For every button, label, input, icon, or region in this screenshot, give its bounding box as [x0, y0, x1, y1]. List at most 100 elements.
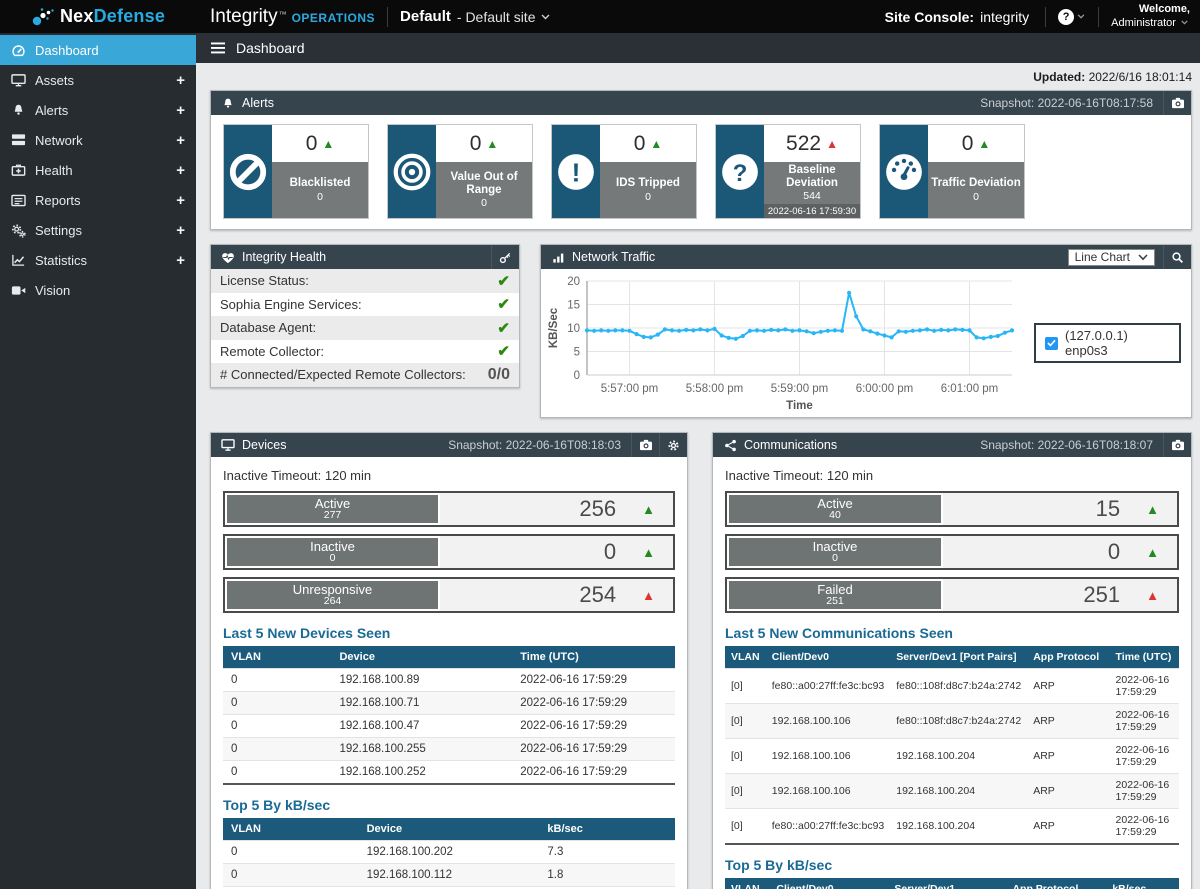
- summary-bar: Failed 251: [727, 579, 943, 611]
- tile-label: Value Out of Range: [450, 170, 518, 196]
- table-cell: 192.168.100.204: [890, 738, 1028, 774]
- camera-snapshot-button[interactable]: [1163, 433, 1191, 457]
- alert-tile-baseline-deviation[interactable]: ? 522 ▲ Baseline Deviation 544 2022-06-16 17:…: [715, 124, 861, 219]
- tile-value: 0 ▲: [436, 125, 532, 162]
- trend-up-icon: ▲: [322, 136, 335, 151]
- check-icon: ✔: [497, 296, 510, 314]
- health-label: Sophia Engine Services:: [220, 296, 362, 312]
- svg-text:0: 0: [574, 370, 580, 382]
- gears-icon: [11, 223, 26, 238]
- site-console-label: Site Console:: [884, 8, 975, 25]
- gear-settings-button[interactable]: [659, 433, 687, 457]
- brand-logo[interactable]: NexDefense: [0, 6, 196, 28]
- expand-plus-icon[interactable]: +: [176, 252, 185, 269]
- table-cell: 2022-06-16 17:59:29: [512, 691, 675, 715]
- tile-label-main: Value Out of Range 0: [436, 162, 532, 218]
- devices-panel-header: Devices Snapshot: 2022-06-16T08:18:03: [211, 433, 687, 457]
- sidebar-item-settings[interactable]: Settings +: [0, 215, 196, 245]
- health-value: 0/0: [487, 365, 510, 383]
- sidebar-item-vision[interactable]: Vision: [0, 275, 196, 305]
- gauge-icon: [11, 43, 26, 58]
- health-label: License Status:: [220, 273, 309, 289]
- bell-icon: [221, 96, 235, 110]
- camera-snapshot-button[interactable]: [1163, 91, 1191, 115]
- column-header: VLAN: [725, 646, 766, 669]
- table-cell: [0]: [725, 808, 766, 844]
- expand-plus-icon[interactable]: +: [176, 132, 185, 149]
- table-cell: 192.168.100.106: [765, 738, 891, 774]
- devices-summary: Active 277 256 ▲ Inactive 0 0 ▲ Unresponsive 264 2…: [223, 491, 675, 613]
- expand-plus-icon[interactable]: +: [176, 72, 185, 89]
- summary-value-area: 0 ▲: [440, 536, 673, 568]
- chevron-down-icon: [541, 14, 550, 20]
- updated-value: 2022/6/16 18:01:14: [1088, 70, 1192, 84]
- tile-label-area: Baseline Deviation 544 2022-06-16 17:59:30: [764, 162, 860, 218]
- tile-body: 0 ▲ IDS Tripped 0: [600, 125, 696, 218]
- chart-legend[interactable]: (127.0.0.1) enp0s3: [1034, 323, 1181, 363]
- sidebar-item-assets[interactable]: Assets +: [0, 65, 196, 95]
- sidebar-item-alerts[interactable]: Alerts +: [0, 95, 196, 125]
- chart-type-value: Line Chart: [1074, 250, 1130, 264]
- table-cell: ARP: [1027, 703, 1110, 739]
- camera-snapshot-button[interactable]: [631, 433, 659, 457]
- legend-checkbox[interactable]: [1045, 336, 1058, 350]
- network-traffic-body: 0 5 10 15 20 5:57:00 pm 5:58:00 pm 5:59:00 pm 6:…: [541, 269, 1191, 417]
- summary-value-area: 0 ▲: [943, 536, 1177, 568]
- expand-plus-icon[interactable]: +: [176, 222, 185, 239]
- health-row: License Status: ✔: [211, 269, 519, 293]
- communications-inactive-timeout: Inactive Timeout: 120 min: [725, 468, 874, 483]
- summary-bar: Active 277: [225, 493, 441, 525]
- hamburger-menu-icon[interactable]: [211, 42, 225, 54]
- chevron-down-icon: [1077, 13, 1086, 20]
- column-header: Server/Dev1: [888, 878, 1007, 889]
- check-icon: ✔: [497, 343, 510, 361]
- alert-tile-blacklisted[interactable]: 0 ▲ Blacklisted 0: [223, 124, 369, 219]
- svg-text:KB/Sec: KB/Sec: [548, 307, 560, 348]
- help-menu[interactable]: ?: [1058, 8, 1086, 25]
- user-menu[interactable]: Welcome, Administrator: [1111, 3, 1190, 29]
- sidebar: Dashboard Assets + Alerts + Network + Health + Re…: [0, 33, 196, 889]
- sidebar-item-network[interactable]: Network +: [0, 125, 196, 155]
- tile-body: 0 ▲ Blacklisted 0: [272, 125, 368, 218]
- health-label: Database Agent:: [220, 320, 317, 336]
- sidebar-item-health[interactable]: Health +: [0, 155, 196, 185]
- tile-count: 522: [786, 131, 822, 155]
- alert-tile-traffic-deviation[interactable]: 0 ▲ Traffic Deviation 0: [879, 124, 1025, 219]
- expand-plus-icon[interactable]: +: [176, 192, 185, 209]
- communications-panel-title: Communications: [744, 438, 838, 452]
- alert-tile-value-out-of-range[interactable]: 0 ▲ Value Out of Range 0: [387, 124, 533, 219]
- sidebar-item-reports[interactable]: Reports +: [0, 185, 196, 215]
- summary-count: 254: [579, 582, 617, 607]
- column-header: App Protocol: [1027, 646, 1110, 669]
- page-title: Dashboard: [236, 40, 305, 56]
- table-cell: 192.168.100.71: [331, 691, 513, 715]
- sidebar-item-label: Assets: [35, 72, 75, 88]
- table-cell: 0: [223, 863, 359, 887]
- table-cell: 2022-06-16 17:59:29: [512, 760, 675, 784]
- alert-tile-ids-tripped[interactable]: ! 0 ▲ IDS Tripped 0: [551, 124, 697, 219]
- expand-plus-icon[interactable]: +: [176, 162, 185, 179]
- sidebar-item-label: Settings: [35, 222, 82, 238]
- zoom-chart-button[interactable]: [1163, 245, 1191, 269]
- sidebar-item-statistics[interactable]: Statistics +: [0, 245, 196, 275]
- communications-top5-table: VLAN Client/Dev0 Server/Dev1 App Protocol kB…: [725, 878, 1179, 889]
- alerts-panel-header: Alerts Snapshot: 2022-06-16T08:17:58: [211, 91, 1191, 115]
- chart-type-select[interactable]: Line Chart: [1067, 248, 1155, 266]
- trend-up-icon: ▲: [1146, 587, 1159, 603]
- heartbeat-icon: [221, 250, 235, 264]
- tile-label: Baseline Deviation: [786, 163, 838, 189]
- network-traffic-header: Network Traffic Line Chart: [541, 245, 1191, 269]
- expand-plus-icon[interactable]: +: [176, 102, 185, 119]
- table-row: 0 192.168.100.202 7.3: [223, 840, 675, 864]
- table-cell: 1.8: [539, 863, 675, 887]
- user-name: Administrator: [1111, 16, 1176, 29]
- svg-text:5:58:00 pm: 5:58:00 pm: [686, 383, 744, 395]
- tile-label: Blacklisted: [289, 177, 351, 190]
- summary-count: 15: [1095, 496, 1121, 521]
- key-icon-button[interactable]: [491, 245, 519, 269]
- sidebar-item-dashboard[interactable]: Dashboard: [0, 35, 196, 65]
- exclamation-icon: !: [552, 125, 600, 218]
- site-selector[interactable]: Default - Default site: [400, 8, 550, 25]
- devices-top5-title: Top 5 By kB/sec: [223, 797, 331, 813]
- column-header: Time (UTC): [1109, 646, 1179, 669]
